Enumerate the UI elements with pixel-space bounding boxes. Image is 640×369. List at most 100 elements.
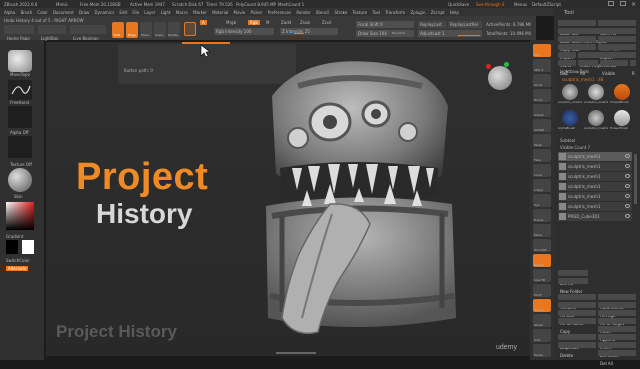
shelf-button[interactable]: Zoom xyxy=(533,89,551,102)
menu-item[interactable]: Marker xyxy=(193,10,207,15)
timeline-bar[interactable] xyxy=(276,352,316,354)
rgb-intensity-slider[interactable]: Rgb Intensity 100 xyxy=(214,28,274,35)
r-button[interactable]: R xyxy=(630,60,636,76)
menu-item[interactable]: Zplugin xyxy=(410,10,425,15)
del-other-button[interactable]: Del Other xyxy=(598,342,636,358)
canvas-viewport[interactable]: Button path: 0 Project History Project H… xyxy=(46,42,530,356)
load-tool-button[interactable]: Load Tool xyxy=(558,20,596,36)
rotate-button[interactable]: Rotate xyxy=(168,22,180,38)
shelf-button[interactable]: Ghost xyxy=(533,314,551,327)
zcut-toggle[interactable]: Zcut xyxy=(322,20,331,25)
del-all-button[interactable]: Del All xyxy=(598,350,636,366)
insert-button[interactable]: Insert xyxy=(598,334,636,350)
brush-thumbnail[interactable] xyxy=(8,50,32,72)
menu-item[interactable]: Color xyxy=(37,10,47,15)
menu-item[interactable]: Picker xyxy=(251,10,263,15)
all-to-home-button[interactable]: All To Home xyxy=(558,310,596,326)
menu-item[interactable]: Stroke xyxy=(335,10,348,15)
shelf-button[interactable]: PolyF xyxy=(533,284,551,297)
menu-item[interactable]: Texture xyxy=(352,10,367,15)
default-script-button[interactable]: DefaultZScript xyxy=(532,2,561,7)
eye-icon[interactable] xyxy=(625,194,630,198)
dynamic-label[interactable]: Dynamic xyxy=(392,31,405,35)
m-toggle[interactable]: M xyxy=(266,20,269,25)
copy-tool-button[interactable]: Copy Tool xyxy=(558,36,596,52)
subtool-row[interactable]: sculptris_mesh1 xyxy=(558,182,632,191)
menu-item[interactable]: Document xyxy=(53,10,74,15)
live-boolean-button[interactable]: Live Boolean xyxy=(70,25,106,41)
draw-size-slider[interactable]: Draw Size 104 Dynamic xyxy=(356,30,414,37)
shelf-button[interactable]: SPix 3 xyxy=(533,59,551,72)
eye-icon[interactable] xyxy=(625,164,630,168)
shelf-button[interactable]: Persp xyxy=(533,134,551,147)
shelf-button[interactable]: Zoom3D xyxy=(533,239,551,252)
export-button[interactable]: Export xyxy=(598,44,636,60)
import-button[interactable]: Import xyxy=(558,44,596,60)
shelf-button[interactable]: Move xyxy=(533,224,551,237)
mrgb-toggle[interactable]: Mrgb xyxy=(226,20,236,25)
lightbox-tools-label[interactable]: Lightbox▸Tools xyxy=(560,69,589,74)
list-all-button[interactable]: List All xyxy=(558,270,588,286)
menu-item[interactable]: Edit xyxy=(119,10,127,15)
menu-item[interactable]: Alpha xyxy=(4,10,15,15)
clone-button[interactable]: Clone xyxy=(558,52,576,68)
tool-thumbnail[interactable]: sculptris_mesh1 xyxy=(584,110,608,134)
stroke-icon[interactable] xyxy=(8,80,32,100)
eye-icon[interactable] xyxy=(625,174,630,178)
shelf-button[interactable]: Actual xyxy=(533,104,551,117)
shelf-button[interactable]: Frame xyxy=(533,209,551,222)
eye-icon[interactable] xyxy=(625,204,630,208)
shelf-button[interactable]: Solo xyxy=(533,329,551,342)
duplicate-button[interactable]: Duplicate xyxy=(558,334,596,350)
make-polymesh-button[interactable]: Make PolyMesh3D xyxy=(578,52,636,68)
tool-thumbnail[interactable]: SimpleBrush xyxy=(610,84,634,108)
mimic-chest-model[interactable] xyxy=(242,56,470,348)
menus-toggle[interactable]: Menus xyxy=(514,2,527,7)
shelf-button[interactable]: Floor xyxy=(533,149,551,162)
subtool-row[interactable]: PM3D_Cube3D1 xyxy=(558,212,632,221)
edit-button[interactable]: Edit xyxy=(112,22,124,38)
shelf-button[interactable]: Line Fill xyxy=(533,269,551,282)
menu-item[interactable]: Transform xyxy=(385,10,405,15)
delete-button[interactable]: Delete xyxy=(558,342,596,358)
replay-last-rel-button[interactable]: ReplayLastRel xyxy=(448,21,482,28)
primary-color-swatch[interactable] xyxy=(6,240,18,254)
paste-button[interactable]: Paste xyxy=(598,318,636,334)
menu-item[interactable]: Zscript xyxy=(431,10,445,15)
rename-button[interactable]: Rename xyxy=(558,294,596,310)
shelf-button[interactable]: Rotate xyxy=(533,254,551,267)
material-sphere[interactable] xyxy=(8,168,32,192)
lightbox-button[interactable]: LightBox xyxy=(38,25,66,41)
menu-item[interactable]: Macro xyxy=(176,10,188,15)
replay-last-button[interactable]: ReplayLast xyxy=(418,21,446,28)
tool-thumbnail[interactable]: sculptris_mesh1 xyxy=(584,84,608,108)
gyro-head-navigator[interactable] xyxy=(486,62,512,90)
adjust-last-slider[interactable]: AdjustLast 1 xyxy=(418,30,482,37)
tool-thumbnail[interactable]: AlphaBrush xyxy=(558,110,582,134)
eye-icon[interactable] xyxy=(625,184,630,188)
alpha-thumbnail[interactable] xyxy=(8,106,32,128)
goz-button[interactable]: GoZ xyxy=(558,60,576,76)
menu-item[interactable]: Stencil xyxy=(316,10,330,15)
subtool-row[interactable]: sculptris_mesh1 xyxy=(558,202,632,211)
tool-thumbnail[interactable]: EraserBrush xyxy=(610,110,634,134)
move-button[interactable]: Move xyxy=(140,22,152,38)
eye-icon[interactable] xyxy=(625,214,630,218)
paste-tool-button[interactable]: Paste Tool xyxy=(598,36,636,52)
menu-item[interactable]: Layer xyxy=(144,10,155,15)
texture-thumbnail[interactable] xyxy=(8,136,32,158)
switch-color-button[interactable]: SwitchColor xyxy=(6,258,30,263)
subtool-header[interactable]: Subtool xyxy=(560,138,575,143)
all-high-button[interactable]: All High xyxy=(598,302,636,318)
load-tools-from-project-button[interactable]: Load Tools From Project xyxy=(558,28,636,44)
shelf-button[interactable]: AAHalf xyxy=(533,119,551,132)
menu-item[interactable]: Draw xyxy=(79,10,89,15)
brush-icon[interactable] xyxy=(184,22,196,36)
menu-item[interactable]: Render xyxy=(296,10,310,15)
menu-item[interactable]: Brush xyxy=(21,10,33,15)
new-folder-button[interactable]: New Folder xyxy=(558,278,588,294)
menu-item[interactable]: Tool xyxy=(372,10,380,15)
menu-item[interactable]: Light xyxy=(161,10,171,15)
shelf-button[interactable]: Local xyxy=(533,164,551,177)
shelf-button[interactable]: L.Sym xyxy=(533,179,551,192)
